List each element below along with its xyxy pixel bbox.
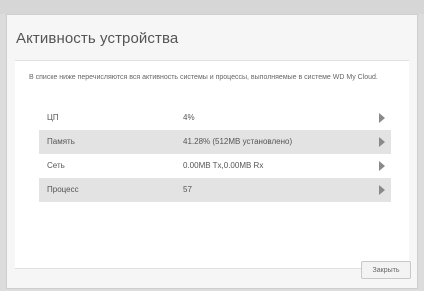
row-label: Процесс	[47, 185, 79, 194]
row-value: 57	[183, 185, 192, 194]
activity-row-process[interactable]: Процесс 57	[39, 178, 391, 202]
dialog-description: В списке ниже перечисляются вся активнос…	[29, 74, 378, 81]
activity-panel: В списке ниже перечисляются вся активнос…	[15, 60, 409, 269]
activity-row-memory[interactable]: Память 41.28% (512MB установлено)	[39, 130, 391, 154]
row-label: Сеть	[47, 161, 65, 170]
activity-row-cpu[interactable]: ЦП 4%	[39, 106, 391, 130]
chevron-right-icon[interactable]	[379, 161, 385, 171]
activity-row-network[interactable]: Сеть 0.00MB Tx,0.00MB Rx	[39, 154, 391, 178]
row-value: 0.00MB Tx,0.00MB Rx	[183, 161, 264, 170]
dialog-title: Активность устройства	[16, 30, 179, 47]
top-bar	[0, 0, 424, 14]
chevron-right-icon[interactable]	[379, 137, 385, 147]
close-button[interactable]: Закрыть	[361, 261, 411, 279]
row-value: 4%	[183, 113, 195, 122]
chevron-right-icon[interactable]	[379, 113, 385, 123]
device-activity-dialog: Активность устройства В списке ниже пере…	[6, 14, 418, 289]
activity-list: ЦП 4% Память 41.28% (512MB установлено) …	[39, 106, 391, 202]
row-label: ЦП	[47, 113, 59, 122]
chevron-right-icon[interactable]	[379, 185, 385, 195]
row-label: Память	[47, 137, 75, 146]
row-value: 41.28% (512MB установлено)	[183, 137, 293, 146]
